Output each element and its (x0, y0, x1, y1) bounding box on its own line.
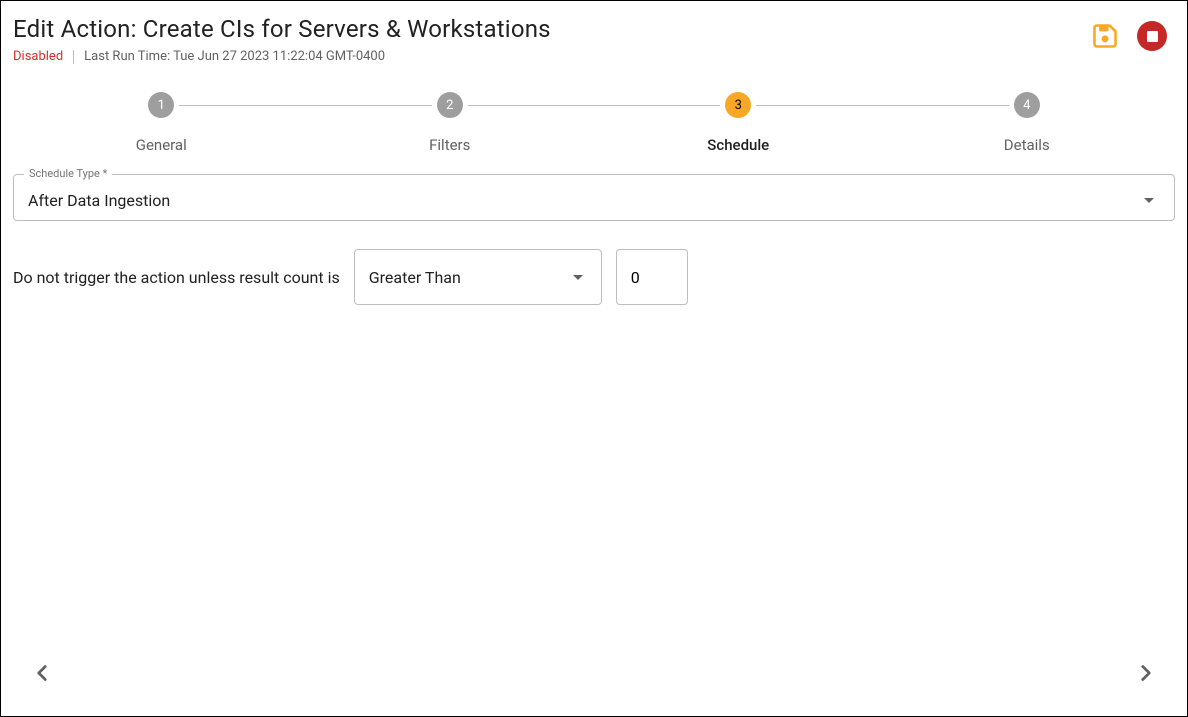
next-step-button[interactable] (1133, 660, 1159, 686)
divider (73, 50, 74, 64)
step-general[interactable]: 1 General (17, 92, 306, 154)
step-number: 2 (437, 92, 463, 118)
step-details[interactable]: 4 Details (883, 92, 1172, 154)
comparator-value: Greater Than (369, 268, 461, 287)
stop-icon (1137, 21, 1167, 51)
step-label: Filters (429, 136, 470, 154)
save-button[interactable] (1091, 22, 1119, 50)
comparator-select[interactable]: Greater Than (354, 249, 602, 305)
page-title: Edit Action: Create CIs for Servers & Wo… (13, 15, 1091, 43)
save-icon (1091, 22, 1119, 50)
chevron-down-icon (573, 275, 583, 280)
chevron-right-icon (1133, 660, 1159, 686)
step-number: 3 (725, 92, 751, 118)
status-badge: Disabled (13, 49, 63, 64)
step-label: Schedule (707, 136, 769, 154)
step-filters[interactable]: 2 Filters (306, 92, 595, 154)
step-schedule[interactable]: 3 Schedule (594, 92, 883, 154)
chevron-down-icon (1144, 198, 1154, 203)
result-count-input[interactable] (616, 249, 688, 305)
step-number: 1 (148, 92, 174, 118)
trigger-condition-label: Do not trigger the action unless result … (13, 268, 340, 287)
last-run-time: Last Run Time: Tue Jun 27 2023 11:22:04 … (84, 49, 385, 64)
page-header: Edit Action: Create CIs for Servers & Wo… (13, 15, 1175, 64)
step-label: Details (1004, 136, 1050, 154)
prev-step-button[interactable] (29, 660, 55, 686)
stop-button[interactable] (1137, 21, 1167, 51)
stepper: 1 General 2 Filters 3 Schedule 4 Details (13, 92, 1175, 154)
schedule-type-select[interactable]: Schedule Type * After Data Ingestion (13, 174, 1175, 221)
step-label: General (136, 136, 187, 154)
schedule-type-value: After Data Ingestion (28, 191, 170, 210)
schedule-type-legend: Schedule Type * (24, 167, 112, 180)
step-number: 4 (1014, 92, 1040, 118)
chevron-left-icon (29, 660, 55, 686)
